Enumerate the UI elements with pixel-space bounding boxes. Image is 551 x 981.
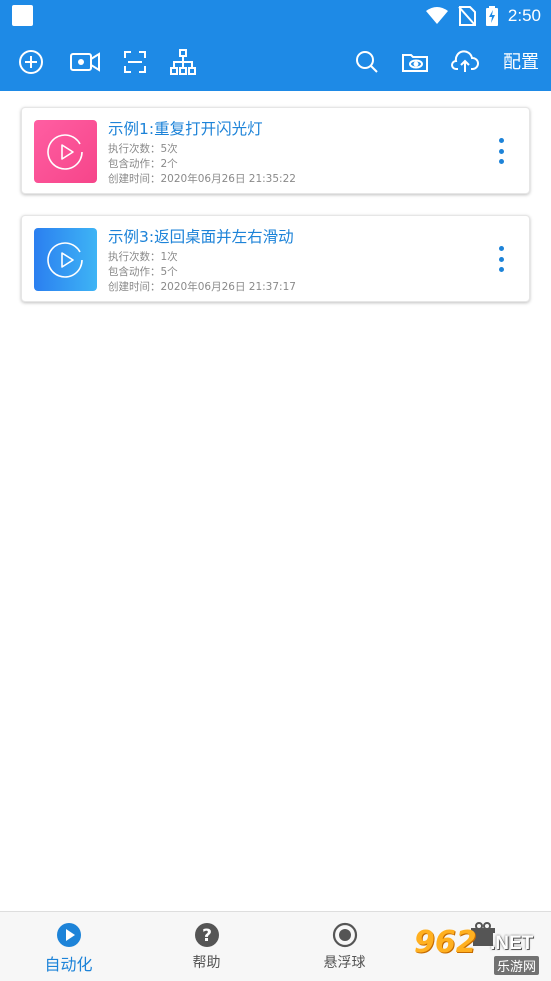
play-circle-icon	[56, 923, 81, 947]
watermark-site-name: 乐游网	[494, 956, 540, 975]
script-action-count: 包含动作：2个	[108, 158, 178, 170]
battery-charging-icon	[485, 6, 498, 26]
no-sim-icon	[458, 6, 476, 26]
add-circle-icon[interactable]	[16, 47, 46, 77]
radio-circle-icon	[332, 922, 357, 948]
script-created-time: 创建时间：2020年06月26日 21:35:22	[108, 173, 296, 185]
script-thumbnail	[34, 120, 97, 183]
nav-item-help[interactable]: ? 帮助	[138, 912, 275, 981]
folder-eye-icon[interactable]	[400, 47, 430, 77]
nav-label: 帮助	[192, 955, 221, 971]
status-time: 2:50	[507, 6, 541, 25]
script-card[interactable]: 示例3:返回桌面并左右滑动 执行次数：1次 包含动作：5个 创建时间：2020年…	[21, 215, 530, 302]
script-action-count: 包含动作：5个	[108, 266, 178, 278]
help-circle-icon: ?	[194, 923, 219, 947]
nav-item-floating-ball[interactable]: 悬浮球	[276, 912, 413, 981]
cloud-upload-icon[interactable]	[450, 47, 480, 77]
watermark-logo: 962 .NET 乐游网	[412, 923, 547, 978]
svg-text:?: ?	[202, 926, 212, 946]
script-card[interactable]: 示例1:重复打开闪光灯 执行次数：5次 包含动作：2个 创建时间：2020年06…	[21, 107, 530, 194]
watermark-net: .NET	[490, 933, 534, 954]
more-vert-icon[interactable]	[497, 246, 505, 272]
nav-label: 悬浮球	[323, 955, 366, 971]
play-circle-icon	[46, 241, 83, 278]
script-title: 示例3:返回桌面并左右滑动	[108, 228, 294, 246]
nav-item-automation[interactable]: 自动化	[0, 912, 137, 981]
record-video-icon[interactable]	[70, 47, 100, 77]
scan-frame-icon[interactable]	[120, 47, 150, 77]
app-notification-icon	[12, 5, 33, 26]
play-circle-icon	[46, 133, 83, 170]
nav-label: 自动化	[44, 955, 93, 974]
search-icon[interactable]	[352, 47, 382, 77]
status-indicators: 2:50	[425, 4, 541, 28]
watermark-number: 962	[414, 925, 477, 960]
script-list: 示例1:重复打开闪光灯 执行次数：5次 包含动作：2个 创建时间：2020年06…	[21, 107, 530, 323]
wifi-icon	[425, 7, 448, 24]
script-created-time: 创建时间：2020年06月26日 21:37:17	[108, 281, 296, 293]
script-exec-count: 执行次数：5次	[108, 143, 178, 155]
hierarchy-icon[interactable]	[168, 47, 198, 77]
more-vert-icon[interactable]	[497, 138, 505, 164]
script-title: 示例1:重复打开闪光灯	[108, 120, 263, 138]
script-exec-count: 执行次数：1次	[108, 251, 178, 263]
config-button[interactable]: 配置	[503, 48, 539, 74]
script-thumbnail	[34, 228, 97, 291]
top-toolbar: 配置	[0, 32, 551, 91]
status-bar: 2:50	[0, 0, 551, 32]
